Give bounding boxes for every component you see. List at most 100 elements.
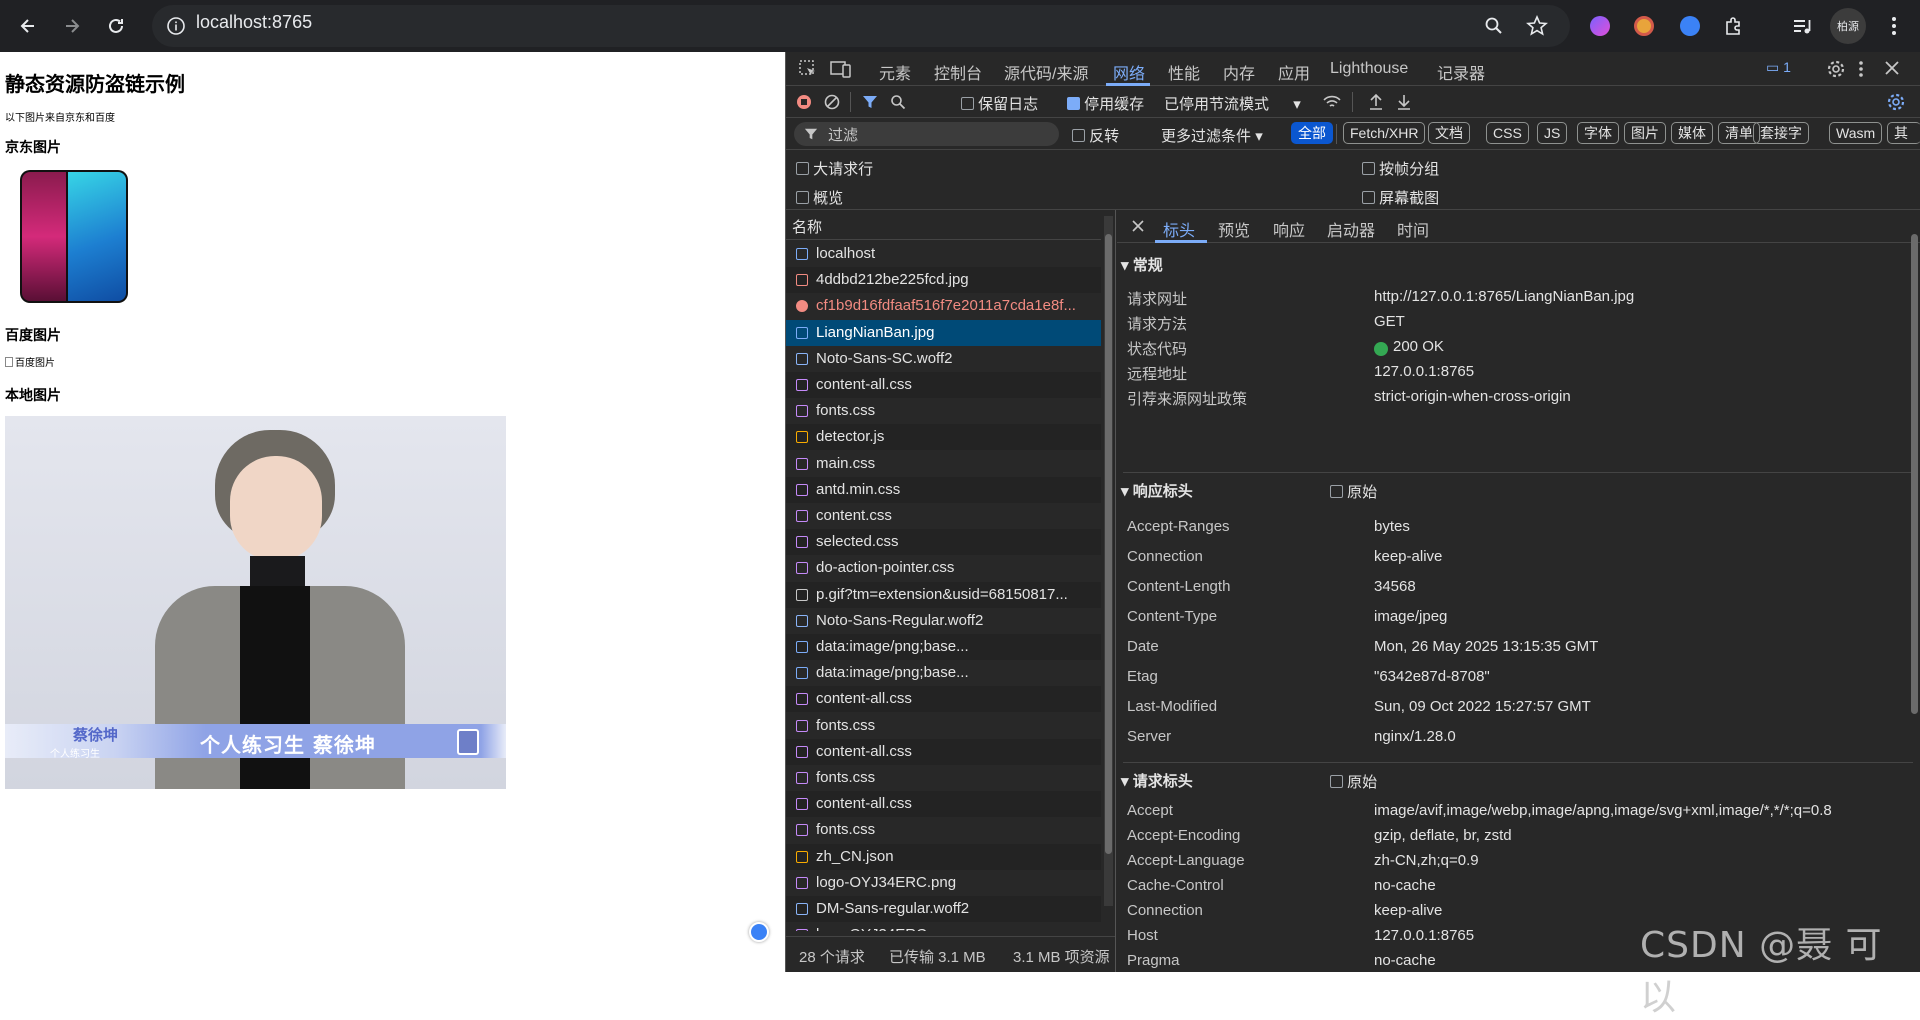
request-row[interactable]: fonts.css xyxy=(786,712,1101,739)
general-section-header[interactable]: ▾ 常规 xyxy=(1121,254,1163,275)
close-icon[interactable] xyxy=(1884,60,1900,76)
export-har-icon[interactable] xyxy=(1396,93,1412,111)
request-row[interactable]: content-all.css xyxy=(786,686,1101,713)
request-row[interactable]: Noto-Sans-SC.woff2 xyxy=(786,345,1101,372)
request-row[interactable]: cf1b9d16fdfaaf516f7e2011a7cda1e8f... xyxy=(786,293,1101,320)
request-row[interactable]: detector.js xyxy=(786,424,1101,451)
extension-brain-button[interactable] xyxy=(1582,8,1618,44)
response-raw-checkbox[interactable]: 原始 xyxy=(1330,481,1377,502)
profile-avatar[interactable]: 柏源 xyxy=(1830,8,1866,44)
request-row[interactable]: fonts.css xyxy=(786,765,1101,791)
filter-funnel-icon[interactable] xyxy=(862,94,878,110)
big-rows-checkbox[interactable]: 大请求行 xyxy=(796,158,873,179)
reload-button[interactable] xyxy=(98,8,134,44)
request-row[interactable]: content.css xyxy=(786,503,1101,529)
network-conditions-icon[interactable] xyxy=(1322,93,1342,111)
request-row[interactable]: selected.css xyxy=(786,529,1101,556)
tab-console[interactable]: 控制台 xyxy=(934,60,982,84)
name-column-header[interactable]: 名称 xyxy=(786,210,1101,240)
tab-application[interactable]: 应用 xyxy=(1278,60,1310,84)
request-row[interactable]: do-action-pointer.css xyxy=(786,555,1101,582)
request-row[interactable]: LiangNianBan.jpg xyxy=(786,319,1101,346)
type-filter-doc[interactable]: 文档 xyxy=(1428,122,1470,144)
type-filter-socket[interactable]: 套接字 xyxy=(1753,122,1809,144)
request-row[interactable]: antd.min.css xyxy=(786,476,1101,503)
star-icon[interactable] xyxy=(1526,15,1548,37)
clear-icon[interactable] xyxy=(824,94,840,110)
type-filter-fetch[interactable]: Fetch/XHR xyxy=(1343,122,1426,144)
request-row[interactable]: logo-OYJ34ERC.png xyxy=(786,869,1101,896)
request-row[interactable]: main.css xyxy=(786,450,1101,477)
request-row[interactable]: 4ddbd212be225fcd.jpg xyxy=(786,267,1101,294)
info-icon[interactable] xyxy=(166,16,186,36)
tab-sources[interactable]: 源代码/来源 xyxy=(1004,60,1088,84)
zoom-icon[interactable] xyxy=(1484,16,1504,36)
request-row[interactable]: fonts.css xyxy=(786,398,1101,425)
extensions-button[interactable] xyxy=(1716,8,1752,44)
issues-badge[interactable]: ▭ 1 xyxy=(1766,59,1791,76)
request-list-scrollbar[interactable] xyxy=(1104,216,1113,906)
tab-lighthouse[interactable]: Lighthouse xyxy=(1330,60,1408,78)
tab-elements[interactable]: 元素 xyxy=(879,60,911,84)
detail-scrollbar[interactable] xyxy=(1909,216,1919,966)
request-row[interactable]: content-all.css xyxy=(786,738,1101,765)
detail-tab-preview[interactable]: 预览 xyxy=(1218,217,1250,241)
request-row[interactable]: p.gif?tm=extension&usid=68150817... xyxy=(786,581,1101,608)
type-filter-media[interactable]: 媒体 xyxy=(1671,122,1713,144)
invert-checkbox[interactable]: 反转 xyxy=(1072,125,1119,146)
address-bar[interactable] xyxy=(152,5,1570,47)
request-row[interactable]: Noto-Sans-Regular.woff2 xyxy=(786,607,1101,634)
response-headers-section-header[interactable]: ▾ 响应标头 xyxy=(1121,480,1193,501)
detail-tab-response[interactable]: 响应 xyxy=(1273,217,1305,241)
network-settings-gear-icon[interactable] xyxy=(1886,92,1906,112)
inspect-icon[interactable] xyxy=(798,59,818,79)
request-row[interactable]: data:image/png;base... xyxy=(786,634,1101,660)
floating-assistant-icon[interactable] xyxy=(749,922,769,942)
tab-network[interactable]: 网络 xyxy=(1113,60,1145,84)
overview-checkbox[interactable]: 概览 xyxy=(796,187,843,208)
throttle-select[interactable]: 已停用节流模式 ▾ xyxy=(1164,93,1301,114)
type-filter-js[interactable]: JS xyxy=(1537,122,1568,144)
request-row[interactable]: fonts.css xyxy=(786,817,1101,844)
settings-gear-icon[interactable] xyxy=(1826,59,1846,79)
more-filters-dropdown[interactable]: 更多过滤条件 ▾ xyxy=(1161,125,1263,146)
extension-face-button[interactable] xyxy=(1626,8,1662,44)
screenshots-checkbox[interactable]: 屏幕截图 xyxy=(1362,187,1439,208)
type-filter-img[interactable]: 图片 xyxy=(1624,122,1666,144)
search-icon[interactable] xyxy=(890,94,906,110)
type-filter-wasm[interactable]: Wasm xyxy=(1829,122,1883,144)
request-row[interactable]: data:image/png;base... xyxy=(786,660,1101,687)
request-row[interactable]: zh_CN.json xyxy=(786,843,1101,870)
record-stop-icon[interactable] xyxy=(796,94,812,110)
media-button[interactable] xyxy=(1784,8,1820,44)
request-raw-checkbox[interactable]: 原始 xyxy=(1330,771,1377,792)
type-filter-font[interactable]: 字体 xyxy=(1577,122,1619,144)
request-headers-section-header[interactable]: ▾ 请求标头 xyxy=(1121,770,1193,791)
request-row[interactable]: DM-Sans-regular.woff2 xyxy=(786,896,1101,922)
menu-button[interactable] xyxy=(1876,8,1912,44)
detail-tab-timing[interactable]: 时间 xyxy=(1397,217,1429,241)
import-har-icon[interactable] xyxy=(1368,93,1384,111)
tab-recorder[interactable]: 记录器 xyxy=(1437,60,1485,84)
filter-input[interactable]: 过滤 xyxy=(794,122,1059,146)
detail-tab-initiator[interactable]: 启动器 xyxy=(1327,217,1375,241)
forward-button[interactable] xyxy=(54,8,90,44)
device-toolbar-icon[interactable] xyxy=(830,59,852,79)
type-filter-all[interactable]: 全部 xyxy=(1291,122,1333,144)
type-filter-other[interactable]: 其他 xyxy=(1887,122,1920,144)
preserve-log-checkbox[interactable]: 保留日志 xyxy=(961,93,1038,114)
more-options-icon[interactable] xyxy=(1858,59,1864,79)
back-button[interactable] xyxy=(10,8,46,44)
tab-memory[interactable]: 内存 xyxy=(1223,60,1255,84)
group-by-frame-checkbox[interactable]: 按帧分组 xyxy=(1362,158,1439,179)
request-row[interactable]: content-all.css xyxy=(786,791,1101,818)
close-detail-icon[interactable] xyxy=(1131,219,1145,233)
request-row[interactable]: logo-OYJ34ERC.png xyxy=(786,922,1101,931)
type-filter-css[interactable]: CSS xyxy=(1486,122,1529,144)
request-row[interactable]: localhost xyxy=(786,241,1101,267)
disable-cache-checkbox[interactable]: 停用缓存 xyxy=(1067,93,1144,114)
tab-performance[interactable]: 性能 xyxy=(1168,60,1200,84)
detail-tab-headers[interactable]: 标头 xyxy=(1163,217,1195,241)
request-row[interactable]: content-all.css xyxy=(786,372,1101,398)
extension-blue-button[interactable] xyxy=(1672,8,1708,44)
